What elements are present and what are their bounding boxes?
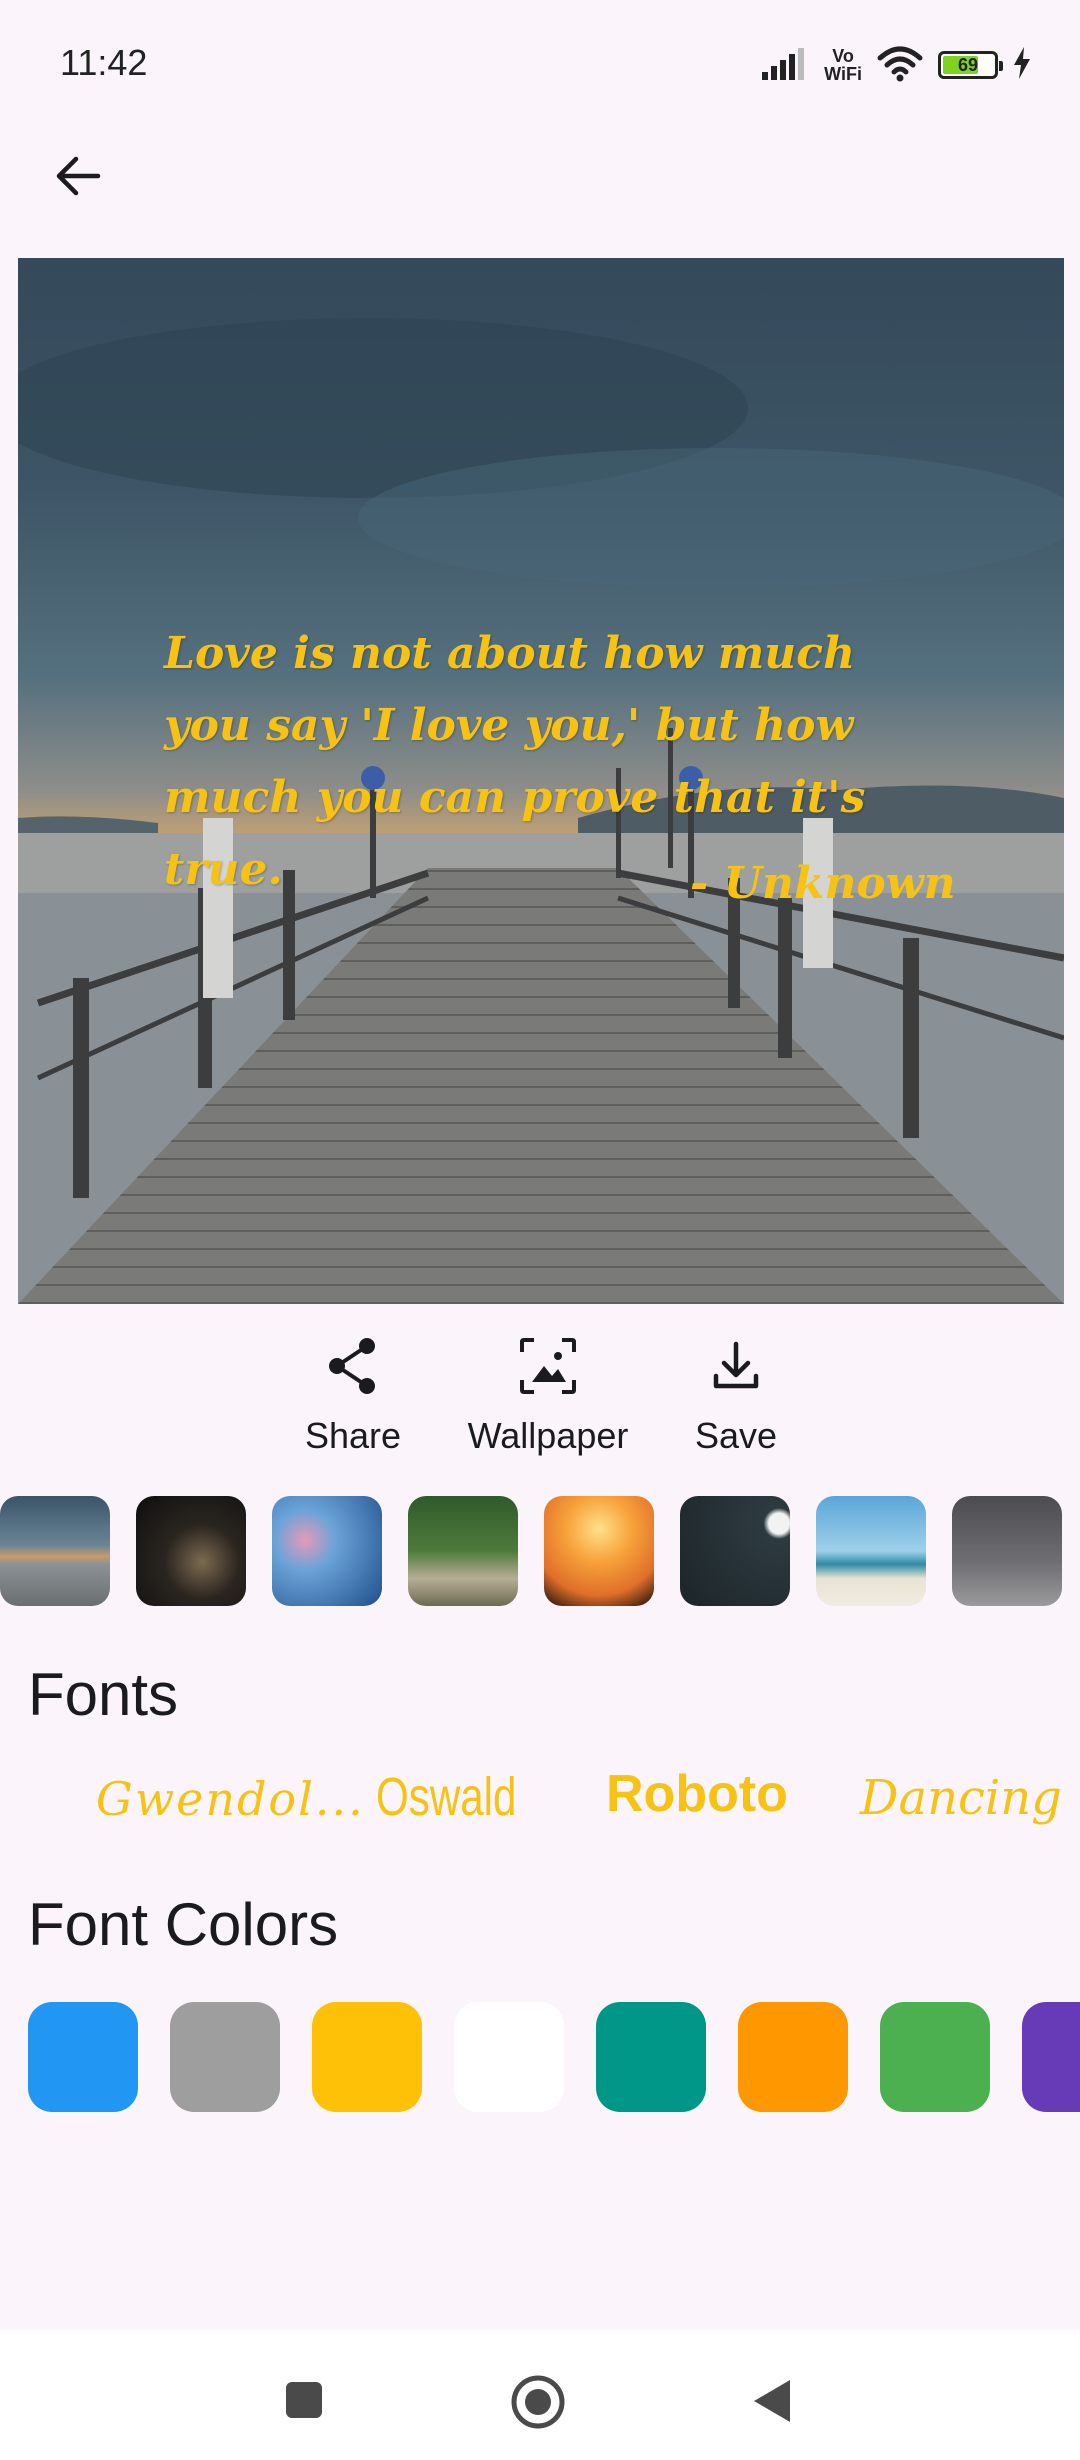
color-swatch-orange[interactable]: [738, 2002, 848, 2112]
arrow-left-icon: [52, 150, 104, 207]
font-option-gwendolyn[interactable]: Gwendol...: [96, 1772, 365, 1826]
recents-icon[interactable]: [284, 2380, 324, 2425]
wallpaper-label: Wallpaper: [467, 1415, 629, 1456]
wifi-icon: [876, 44, 924, 87]
thumbnail-blue-bokeh[interactable]: [272, 1496, 382, 1606]
battery-icon: 69: [938, 51, 1003, 79]
home-icon[interactable]: [510, 2374, 566, 2435]
color-swatch-teal[interactable]: [596, 2002, 706, 2112]
share-button[interactable]: Share: [296, 1336, 410, 1457]
vowifi-line-1: Vo: [832, 46, 854, 66]
save-button[interactable]: Save: [684, 1336, 788, 1457]
status-icons: Vo WiFi 69: [762, 40, 1032, 90]
font-option-dancing[interactable]: Dancing: [860, 1770, 1062, 1826]
share-label: Share: [304, 1415, 402, 1456]
status-bar: 11:42 Vo WiFi 69: [0, 0, 1080, 130]
quote-preview-image: Love is not about how much you say 'I lo…: [18, 258, 1064, 1304]
thumbnail-gray-clock[interactable]: [952, 1496, 1062, 1606]
back-triangle-icon[interactable]: [752, 2378, 792, 2429]
thumbnail-dark-book[interactable]: [136, 1496, 246, 1606]
battery-text: 69: [957, 55, 979, 75]
color-swatch-amber[interactable]: [312, 2002, 422, 2112]
save-label: Save: [694, 1415, 778, 1456]
thumbnail-beach-sunglasses[interactable]: [816, 1496, 926, 1606]
share-icon: [325, 1336, 381, 1401]
color-swatch-green[interactable]: [880, 2002, 990, 2112]
back-button[interactable]: [40, 140, 116, 216]
system-nav-bar: [0, 2330, 1080, 2460]
fonts-title: Fonts: [28, 1661, 179, 1728]
color-swatch-blue[interactable]: [28, 2002, 138, 2112]
vowifi-icon: Vo WiFi: [824, 47, 862, 83]
action-bar: Share Wallpaper Save: [0, 1336, 1080, 1476]
thumbnail-pier-sunset[interactable]: [0, 1496, 110, 1606]
background-thumbnails: [0, 1496, 1080, 1608]
status-time: 11:42: [60, 42, 148, 83]
font-colors-list: [28, 2002, 1080, 2114]
font-colors-title: Font Colors: [28, 1891, 339, 1958]
vowifi-line-2: WiFi: [824, 64, 862, 84]
thumbnail-forest-road[interactable]: [408, 1496, 518, 1606]
fonts-list: Gwendol... Oswald Roboto Dancing: [0, 1760, 1080, 1840]
font-option-oswald[interactable]: Oswald: [376, 1766, 516, 1828]
font-option-roboto[interactable]: Roboto: [606, 1764, 788, 1824]
color-swatch-gray[interactable]: [170, 2002, 280, 2112]
wallpaper-button[interactable]: Wallpaper: [455, 1336, 641, 1457]
color-swatch-white[interactable]: [454, 2002, 564, 2112]
charging-icon: [1012, 46, 1032, 84]
thumbnail-dark-moon[interactable]: [680, 1496, 790, 1606]
quote-author: - Unknown: [690, 858, 956, 909]
signal-icon: [762, 46, 810, 85]
thumbnail-cliff-jump-sunset[interactable]: [544, 1496, 654, 1606]
download-icon: [708, 1336, 764, 1401]
wallpaper-icon: [518, 1336, 578, 1401]
color-swatch-purple[interactable]: [1022, 2002, 1080, 2112]
